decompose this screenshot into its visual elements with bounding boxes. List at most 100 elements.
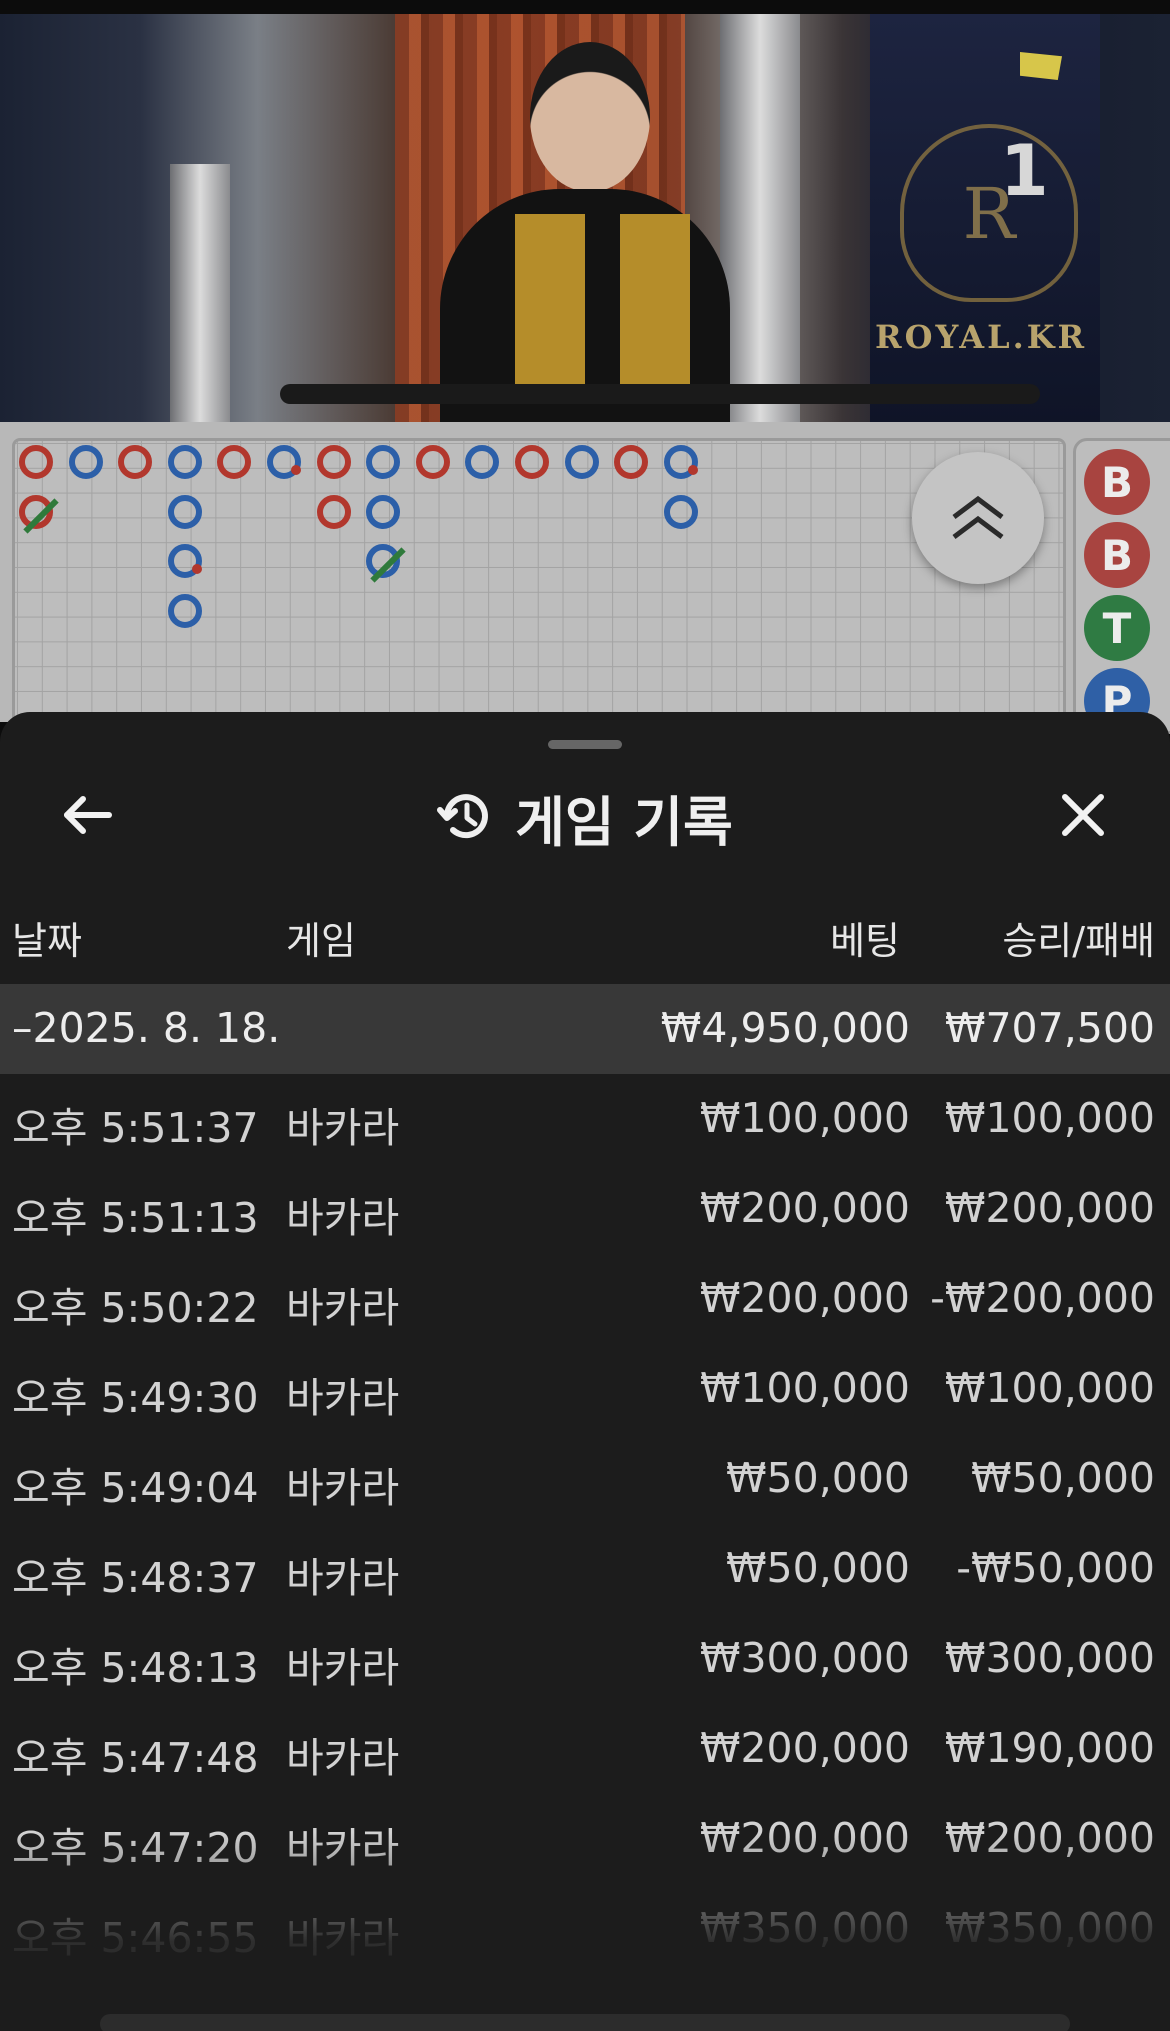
history-row[interactable]: 오후 5:49:04 바카라 ₩50,000 ₩50,000 [0,1434,1170,1524]
row-win-loss: ₩50,000 [971,1454,1155,1502]
player-mark [68,445,103,479]
close-button[interactable] [1048,780,1118,850]
expand-roadmap-button[interactable] [912,452,1044,584]
history-row[interactable]: 오후 5:51:37 바카라 ₩100,000 ₩100,000 [0,1074,1170,1164]
banker-mark [415,445,450,479]
row-time: 오후 5:51:13 [12,1194,259,1242]
history-row[interactable]: 오후 5:49:30 바카라 ₩100,000 ₩100,000 [0,1344,1170,1434]
double-chevron-up-icon [952,495,1004,539]
player-mark [663,494,698,529]
close-icon [1062,794,1104,836]
player-mark [366,544,406,583]
banker-mark [316,494,351,529]
row-bet: ₩50,000 [726,1454,910,1502]
live-video-feed[interactable]: R ROYAL.KR 1 [0,14,1170,422]
row-bet: ₩300,000 [699,1634,910,1682]
column-header-win-loss: 승리/패배 [1002,919,1155,963]
history-row[interactable]: 오후 5:51:13 바카라 ₩200,000 ₩200,000 [0,1164,1170,1254]
row-bet: ₩200,000 [699,1724,910,1772]
player-mark [366,445,401,479]
history-row[interactable]: 오후 5:48:13 바카라 ₩300,000 ₩300,000 [0,1614,1170,1704]
pillar-decoration [170,164,230,422]
dealer-lapel [515,214,585,404]
player-mark [564,445,599,479]
group-date: –2025. 8. 18. [12,1004,281,1052]
row-bet: ₩200,000 [699,1184,910,1232]
row-game: 바카라 [286,1284,400,1332]
player-mark [465,445,500,479]
result-bubble-column: BBTP [1073,438,1170,734]
game-history-sheet: 게임 기록 날짜 게임 베팅 승리/패배 –2025. 8. 18. ₩4,95… [0,712,1170,2031]
row-win-loss: ₩100,000 [944,1094,1155,1142]
row-game: 바카라 [286,1734,400,1782]
row-game: 바카라 [286,1194,400,1242]
column-header-date: 날짜 [12,919,82,963]
row-time: 오후 5:50:22 [12,1284,259,1332]
banker-mark [19,494,59,534]
bottom-bar [100,2014,1070,2031]
row-time: 오후 5:49:04 [12,1464,259,1512]
row-time: 오후 5:51:37 [12,1104,259,1152]
row-time: 오후 5:48:37 [12,1554,259,1602]
row-bet: ₩100,000 [699,1364,910,1412]
history-icon [437,794,489,839]
result-bubble: B [1084,449,1150,515]
player-mark [167,494,202,529]
row-game: 바카라 [286,1554,400,1602]
player-mark [167,445,202,479]
player-mark [267,445,301,479]
list-fade-overlay [0,1832,1170,2031]
history-row[interactable]: 오후 5:50:22 바카라 ₩200,000 -₩200,000 [0,1254,1170,1344]
roadmap-area: BBTP [0,422,1170,734]
row-game: 바카라 [286,1374,400,1422]
sheet-drag-handle[interactable] [548,740,622,749]
history-row[interactable]: 오후 5:47:48 바카라 ₩200,000 ₩190,000 [0,1704,1170,1794]
flag-icon [1020,52,1062,80]
banker-mark [515,445,549,479]
group-win-loss-total: ₩707,500 [944,1004,1155,1052]
pillar-decoration [720,14,800,422]
row-game: 바카라 [286,1644,400,1692]
result-bubble: B [1084,522,1150,588]
row-bet: ₩200,000 [699,1274,910,1322]
row-time: 오후 5:49:30 [12,1374,259,1422]
column-header-game: 게임 [286,919,356,963]
banker-mark [316,445,351,479]
royal-crest-logo: R [900,124,1078,302]
pair-dot [291,465,301,475]
row-win-loss: ₩200,000 [944,1184,1155,1232]
result-bubble: T [1084,595,1150,661]
banker-mark [19,445,53,479]
brand-label: ROYAL.KR [875,318,1088,356]
row-win-loss: ₩190,000 [944,1724,1155,1772]
tie-slash [370,547,406,583]
banker-mark [614,445,649,479]
column-header-bet: 베팅 [830,919,900,963]
table-number: 1 [1000,130,1049,212]
table-header: 날짜 게임 베팅 승리/패배 [0,902,1170,963]
player-mark [366,494,401,529]
dealer-head [530,42,650,192]
row-bet: ₩50,000 [726,1544,910,1592]
banker-mark [217,445,252,479]
date-group-row[interactable]: –2025. 8. 18. ₩4,950,000 ₩707,500 [0,984,1170,1074]
row-time: 오후 5:48:13 [12,1644,259,1692]
row-win-loss: -₩50,000 [956,1544,1155,1592]
row-game: 바카라 [286,1464,400,1512]
sheet-header: 게임 기록 [0,772,1170,862]
row-game: 바카라 [286,1104,400,1152]
row-win-loss: ₩100,000 [944,1364,1155,1412]
player-mark [663,445,698,479]
player-mark [167,593,202,628]
bead-road-grid[interactable] [12,438,1066,734]
tie-slash [23,497,59,534]
player-mark [167,544,202,579]
dealer-lapel [620,214,690,404]
row-time: 오후 5:47:48 [12,1734,259,1782]
row-bet: ₩100,000 [699,1094,910,1142]
history-row[interactable]: 오후 5:48:37 바카라 ₩50,000 -₩50,000 [0,1524,1170,1614]
row-win-loss: -₩200,000 [930,1274,1155,1322]
page-title: 게임 기록 [515,790,733,854]
banker-mark [118,445,153,479]
dealer-arms [280,384,1040,404]
